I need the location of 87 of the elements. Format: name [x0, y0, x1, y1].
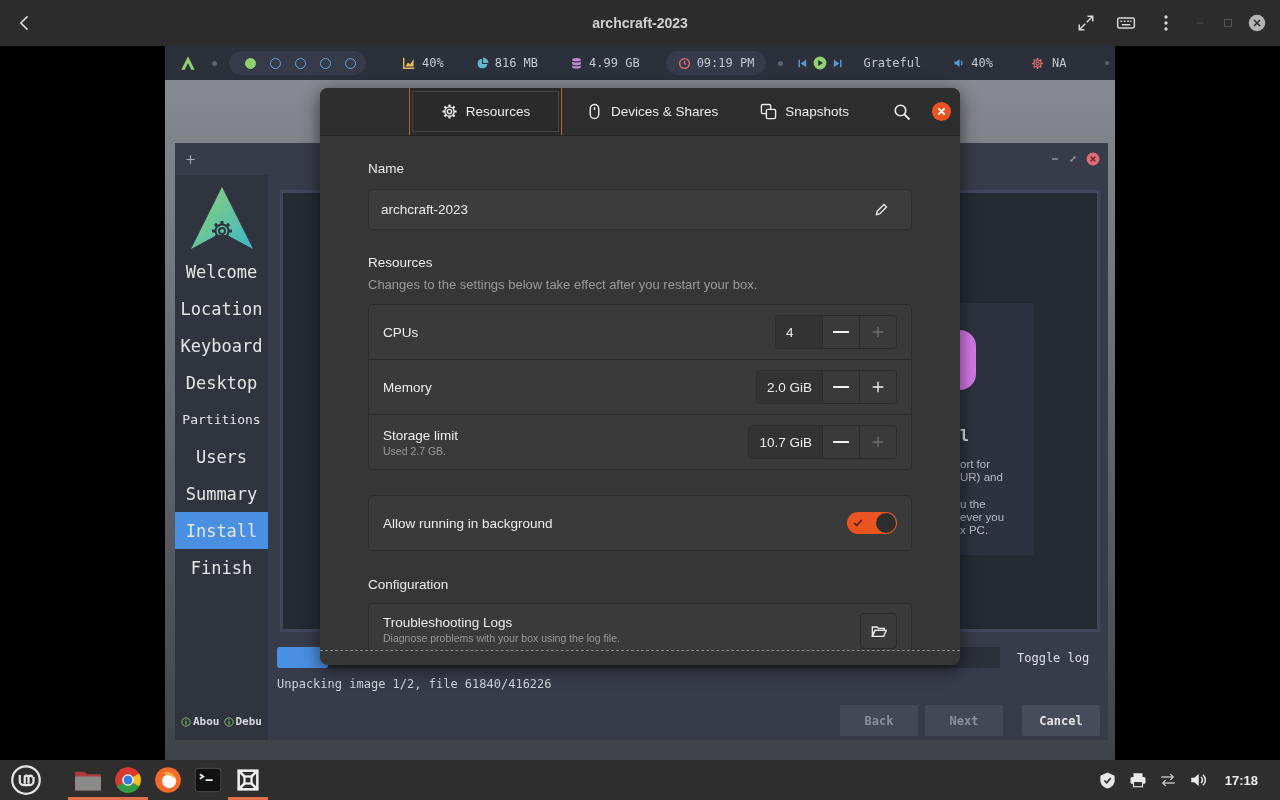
- nav-item[interactable]: Welcome: [175, 253, 268, 290]
- nav-item[interactable]: Keyboard: [175, 327, 268, 364]
- status-text: Unpacking image 1/2, file 61840/416226: [277, 677, 553, 691]
- menu-logo-icon[interactable]: [11, 765, 41, 795]
- nav-button[interactable]: Cancel: [1022, 705, 1100, 736]
- edit-icon[interactable]: [874, 202, 889, 217]
- nav-item[interactable]: Users: [175, 438, 268, 475]
- info-icon: [223, 716, 234, 727]
- section-heading: Name: [368, 161, 405, 177]
- nav-item[interactable]: Desktop: [175, 364, 268, 401]
- memory-usage: 816 MB: [494, 56, 539, 70]
- row-sublabel: Used 2.7 GB.: [383, 444, 448, 457]
- row-sublabel: Diagnose problems with your box using the log file.: [383, 632, 620, 644]
- database-icon: [570, 56, 584, 70]
- check-icon: [853, 518, 863, 528]
- clock-icon: [677, 56, 691, 70]
- previous-track-icon[interactable]: [797, 57, 809, 69]
- cpu-usage: 40%: [422, 56, 444, 70]
- logo-graphic: [960, 330, 976, 390]
- tab[interactable]: Devices & Shares: [568, 88, 737, 135]
- volume-icon[interactable]: [1188, 771, 1207, 789]
- gear-icon: [1030, 56, 1044, 70]
- nav-item[interactable]: Finish: [175, 549, 268, 586]
- row-label: CPUs: [383, 324, 419, 340]
- folder-icon: [870, 623, 887, 639]
- nav-item[interactable]: Summary: [175, 475, 268, 512]
- restore-icon[interactable]: [1068, 154, 1078, 164]
- song-title: Grateful: [863, 56, 922, 70]
- disk-usage: 4.99 GB: [589, 56, 640, 70]
- network-arrows-icon[interactable]: [1158, 771, 1177, 789]
- triangle-logo-icon[interactable]: [180, 55, 196, 71]
- tab[interactable]: Snapshots: [742, 88, 868, 135]
- toggle-switch[interactable]: [847, 512, 897, 534]
- value-field[interactable]: 2.0 GiB: [756, 371, 822, 403]
- toggle-log-button[interactable]: Toggle log: [1017, 650, 1090, 665]
- footer-link[interactable]: Debu: [223, 715, 262, 728]
- clock-time: 09:19 PM: [696, 56, 755, 70]
- gear-icon: [440, 103, 458, 120]
- minus-icon: [833, 441, 849, 443]
- row-label: Storage limit: [383, 427, 459, 443]
- fullscreen-icon[interactable]: [1077, 14, 1095, 32]
- row-label: Allow running in background: [383, 515, 553, 531]
- web-browser-icon: [114, 766, 142, 794]
- row-label: Troubleshooting Logs: [383, 615, 514, 630]
- minus-icon: [833, 331, 849, 333]
- row-label: Memory: [383, 379, 432, 395]
- minus-icon: [833, 386, 849, 388]
- workspace-indicator[interactable]: [245, 57, 256, 69]
- card-heading: l: [960, 427, 971, 445]
- info-icon: [181, 716, 191, 727]
- window-title: archcraft-2023: [592, 15, 688, 31]
- plus-icon: [870, 324, 886, 340]
- section-heading: Resources: [368, 255, 434, 271]
- tab[interactable]: Resources: [409, 88, 562, 135]
- play-icon[interactable]: [813, 56, 828, 70]
- plus-icon: [870, 434, 886, 450]
- nav-item[interactable]: Location: [175, 290, 268, 327]
- next-track-icon[interactable]: [832, 57, 844, 69]
- triangle-gear-logo-icon: [188, 185, 255, 251]
- fox-browser-icon: [154, 766, 182, 794]
- section-heading: Configuration: [368, 577, 450, 593]
- copy-icon: [760, 103, 778, 120]
- increase-button[interactable]: [859, 371, 896, 403]
- value-field[interactable]: 4: [776, 316, 822, 348]
- network-status: NA: [1051, 56, 1067, 70]
- chart-icon: [402, 56, 416, 70]
- nav-item[interactable]: Partitions: [175, 401, 268, 438]
- shield-icon[interactable]: [1097, 770, 1117, 790]
- search-icon[interactable]: [893, 102, 911, 121]
- plus-icon: [870, 379, 886, 395]
- close-icon[interactable]: [1248, 14, 1266, 32]
- section-note: Changes to the settings below take effect after you restart your box.: [368, 277, 759, 292]
- terminal-icon: [194, 766, 222, 794]
- add-icon[interactable]: [185, 153, 196, 165]
- value-field[interactable]: 10.7 GiB: [749, 426, 822, 458]
- volume-level: 40%: [971, 56, 993, 70]
- name-field[interactable]: archcraft-2023: [368, 189, 912, 230]
- pie-chart-icon: [475, 56, 489, 70]
- square-frame-icon: [234, 766, 262, 794]
- volume-icon: [953, 57, 966, 69]
- printer-icon[interactable]: [1128, 771, 1147, 789]
- close-icon[interactable]: [931, 102, 951, 121]
- footer-link[interactable]: Abou: [181, 715, 220, 728]
- card-text: ort for UR) and: [960, 458, 1004, 484]
- open-folder-button[interactable]: [860, 613, 897, 649]
- clock[interactable]: 17:18: [1224, 772, 1258, 788]
- card-text: u the ever you x PC.: [960, 498, 1006, 537]
